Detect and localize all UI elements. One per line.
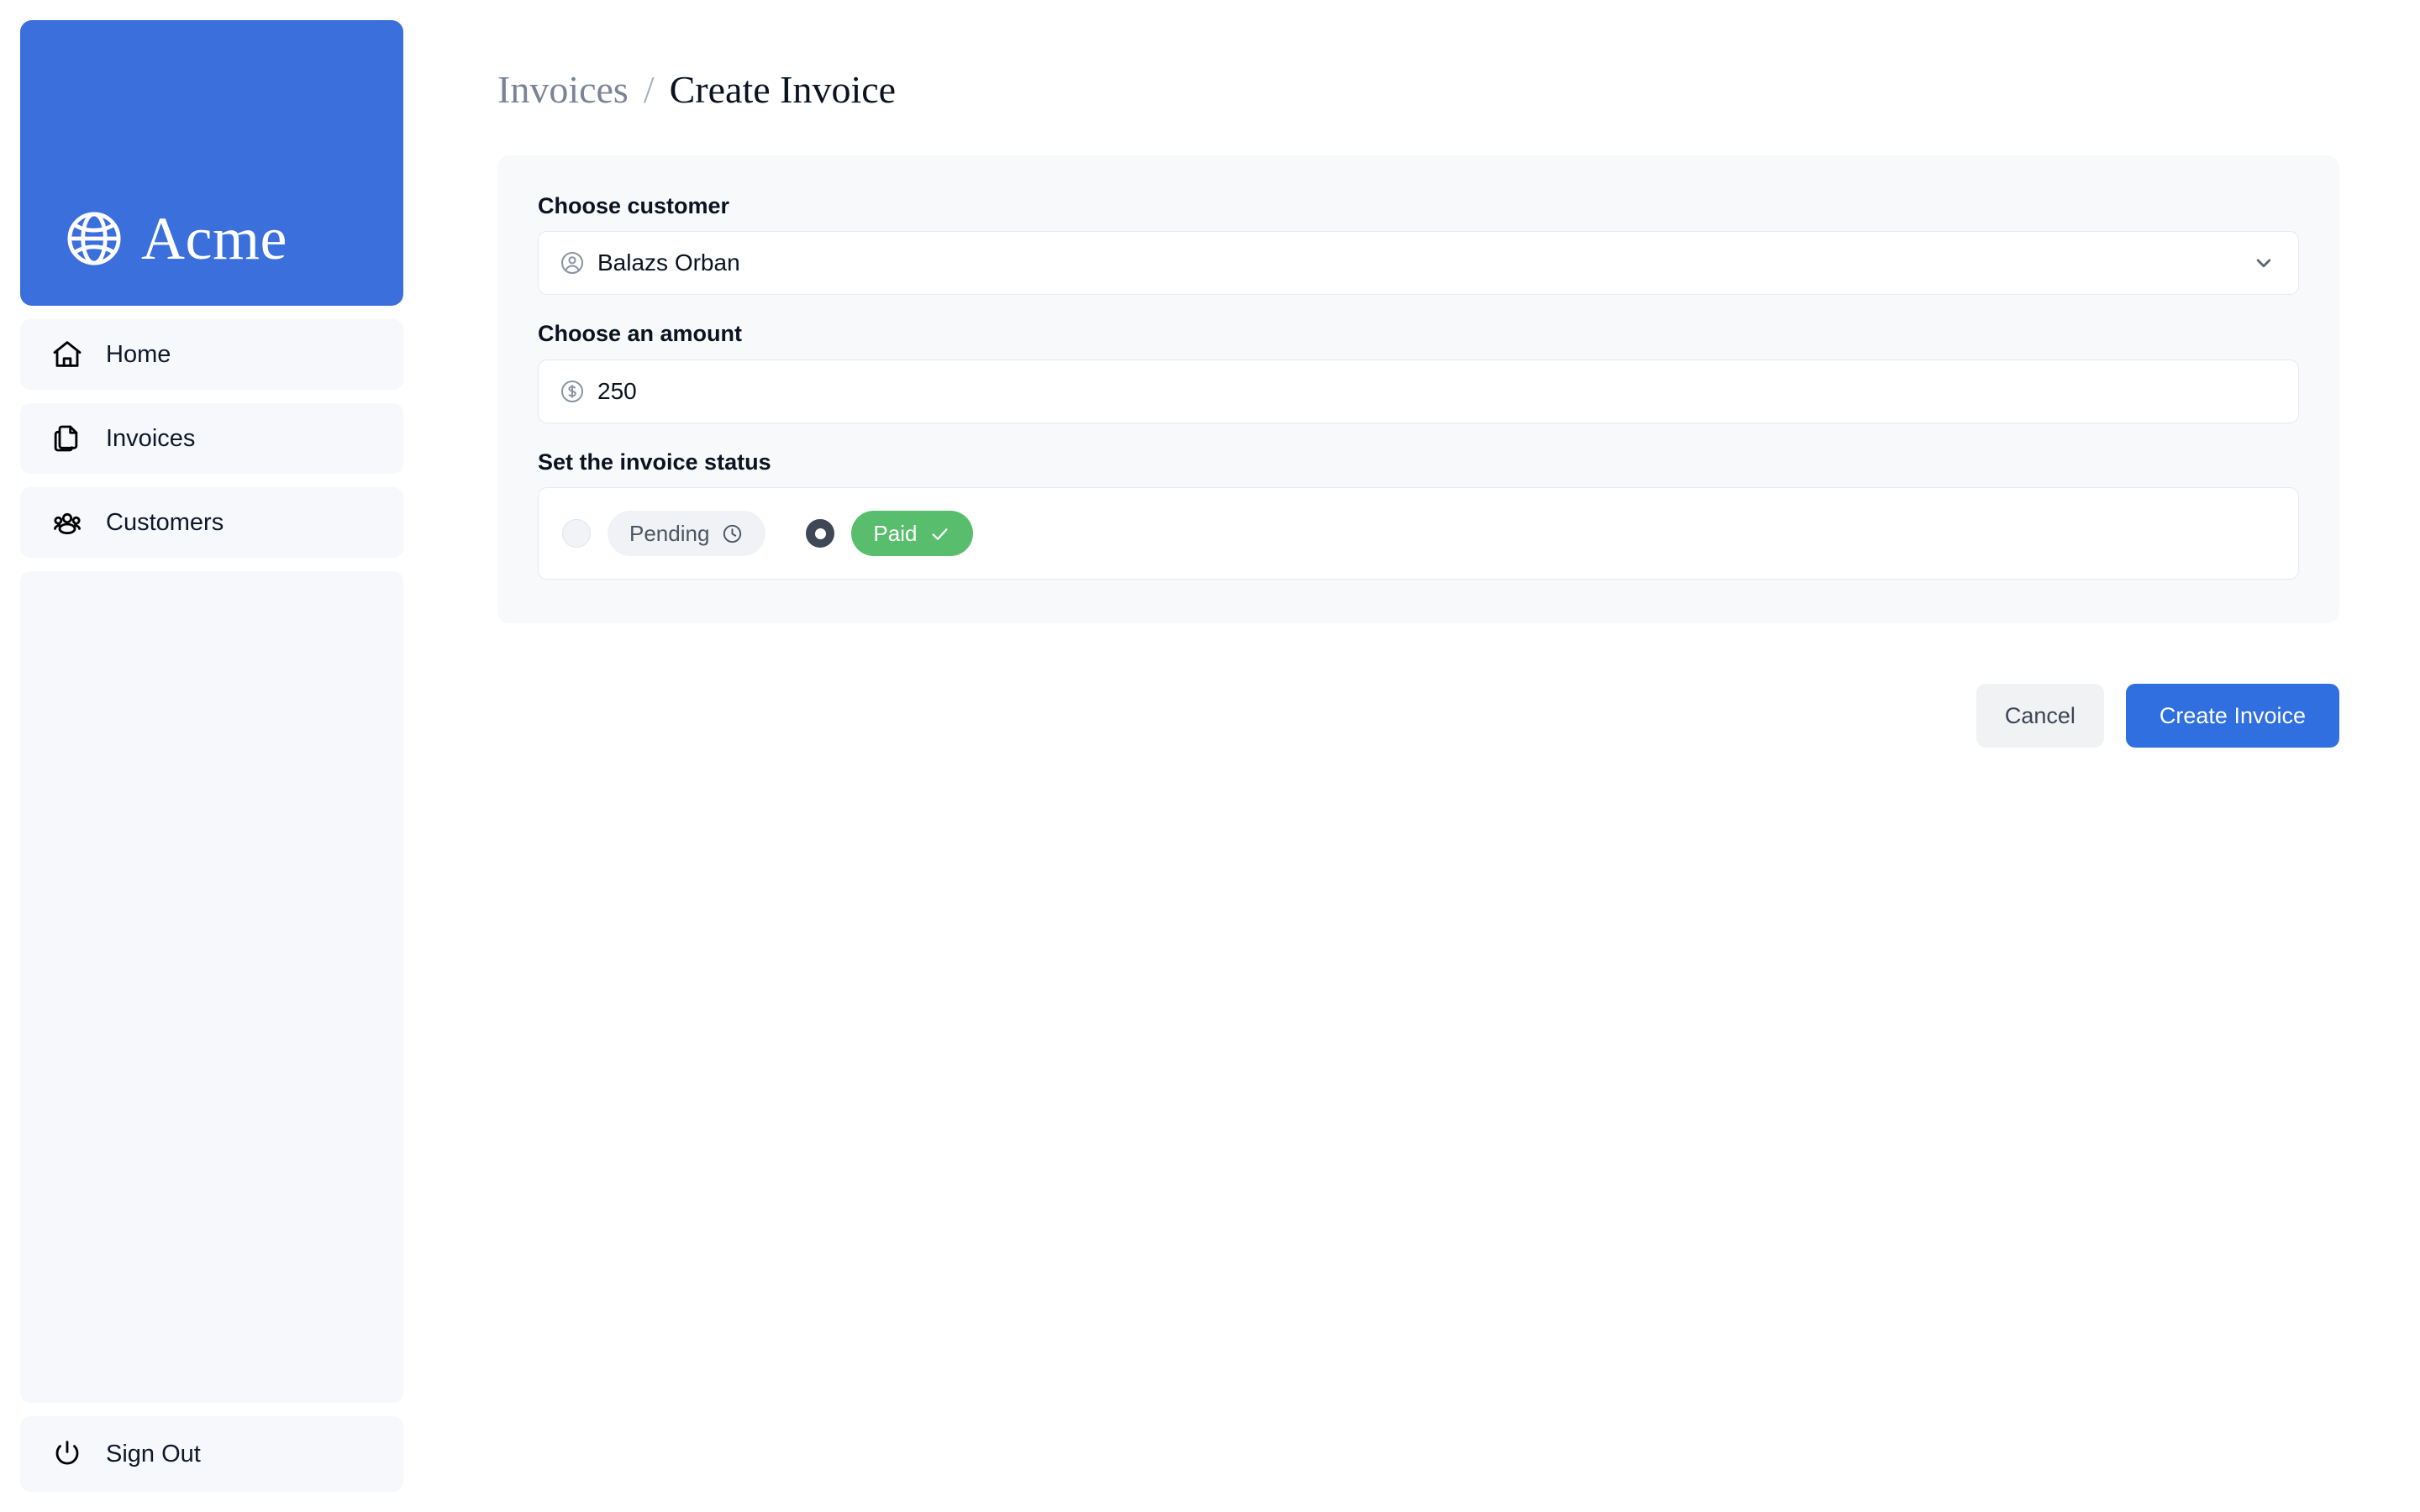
- sidebar-item-label: Home: [106, 340, 171, 368]
- chevron-down-icon[interactable]: [2251, 250, 2276, 276]
- status-label: Set the invoice status: [538, 449, 771, 475]
- breadcrumb-current: Create Invoice: [669, 68, 897, 111]
- create-invoice-form: Choose customer Balazs Orban Choose an a…: [497, 155, 2339, 624]
- brand-logo[interactable]: Acme: [20, 20, 403, 306]
- radio-paid[interactable]: [806, 519, 835, 549]
- form-actions: Cancel Create Invoice: [497, 684, 2339, 748]
- globe-icon: [62, 207, 126, 270]
- amount-label: Choose an amount: [538, 321, 743, 347]
- check-icon: [929, 522, 951, 545]
- sign-out-button[interactable]: Sign Out: [20, 1416, 403, 1492]
- power-icon: [50, 1437, 84, 1471]
- sidebar-filler: [20, 571, 403, 1403]
- brand-name: Acme: [141, 205, 287, 272]
- sidebar-item-customers[interactable]: Customers: [20, 487, 403, 558]
- amount-input-wrapper[interactable]: [538, 359, 2299, 423]
- customer-select[interactable]: Balazs Orban: [538, 231, 2299, 296]
- sidebar-item-home[interactable]: Home: [20, 319, 403, 390]
- create-invoice-button[interactable]: Create Invoice: [2125, 684, 2339, 748]
- radio-pending[interactable]: [562, 519, 591, 549]
- field-status: Set the invoice status Pending Paid: [538, 449, 2299, 580]
- field-customer: Choose customer Balazs Orban: [538, 192, 2299, 296]
- status-radio-group: Pending Paid: [538, 487, 2299, 580]
- breadcrumb-separator: /: [643, 68, 655, 111]
- sign-out-label: Sign Out: [106, 1440, 201, 1467]
- home-icon: [50, 338, 84, 371]
- status-option-pending[interactable]: Pending: [562, 511, 766, 557]
- sidebar-item-invoices[interactable]: Invoices: [20, 403, 403, 474]
- user-group-icon: [50, 506, 84, 539]
- paid-label: Paid: [873, 521, 918, 547]
- pending-label: Pending: [629, 521, 710, 547]
- sidebar-item-label: Invoices: [106, 424, 196, 452]
- status-option-paid[interactable]: Paid: [806, 511, 974, 557]
- currency-dollar-icon: [559, 378, 586, 405]
- breadcrumb-invoices-link[interactable]: Invoices: [497, 67, 629, 112]
- sidebar-item-label: Customers: [106, 508, 224, 536]
- main-content: Invoices / Create Invoice Choose custome…: [424, 20, 2400, 1492]
- paid-pill: Paid: [851, 511, 974, 557]
- app-root: Acme Home Invoices Customers Sign Out In…: [0, 0, 2420, 1512]
- documents-duplicate-icon: [50, 422, 84, 455]
- customer-label: Choose customer: [538, 193, 730, 218]
- brand-logo-inner: Acme: [62, 207, 287, 270]
- sidebar-nav: Home Invoices Customers: [20, 319, 403, 558]
- user-circle-icon: [559, 249, 586, 276]
- pending-pill: Pending: [608, 511, 766, 557]
- amount-input[interactable]: [597, 377, 2248, 405]
- field-amount: Choose an amount: [538, 320, 2299, 423]
- cancel-button[interactable]: Cancel: [1975, 684, 2104, 748]
- clock-icon: [721, 522, 744, 545]
- customer-value: Balazs Orban: [597, 249, 740, 276]
- breadcrumb: Invoices / Create Invoice: [497, 20, 2339, 155]
- sidebar: Acme Home Invoices Customers Sign Out: [20, 20, 424, 1492]
